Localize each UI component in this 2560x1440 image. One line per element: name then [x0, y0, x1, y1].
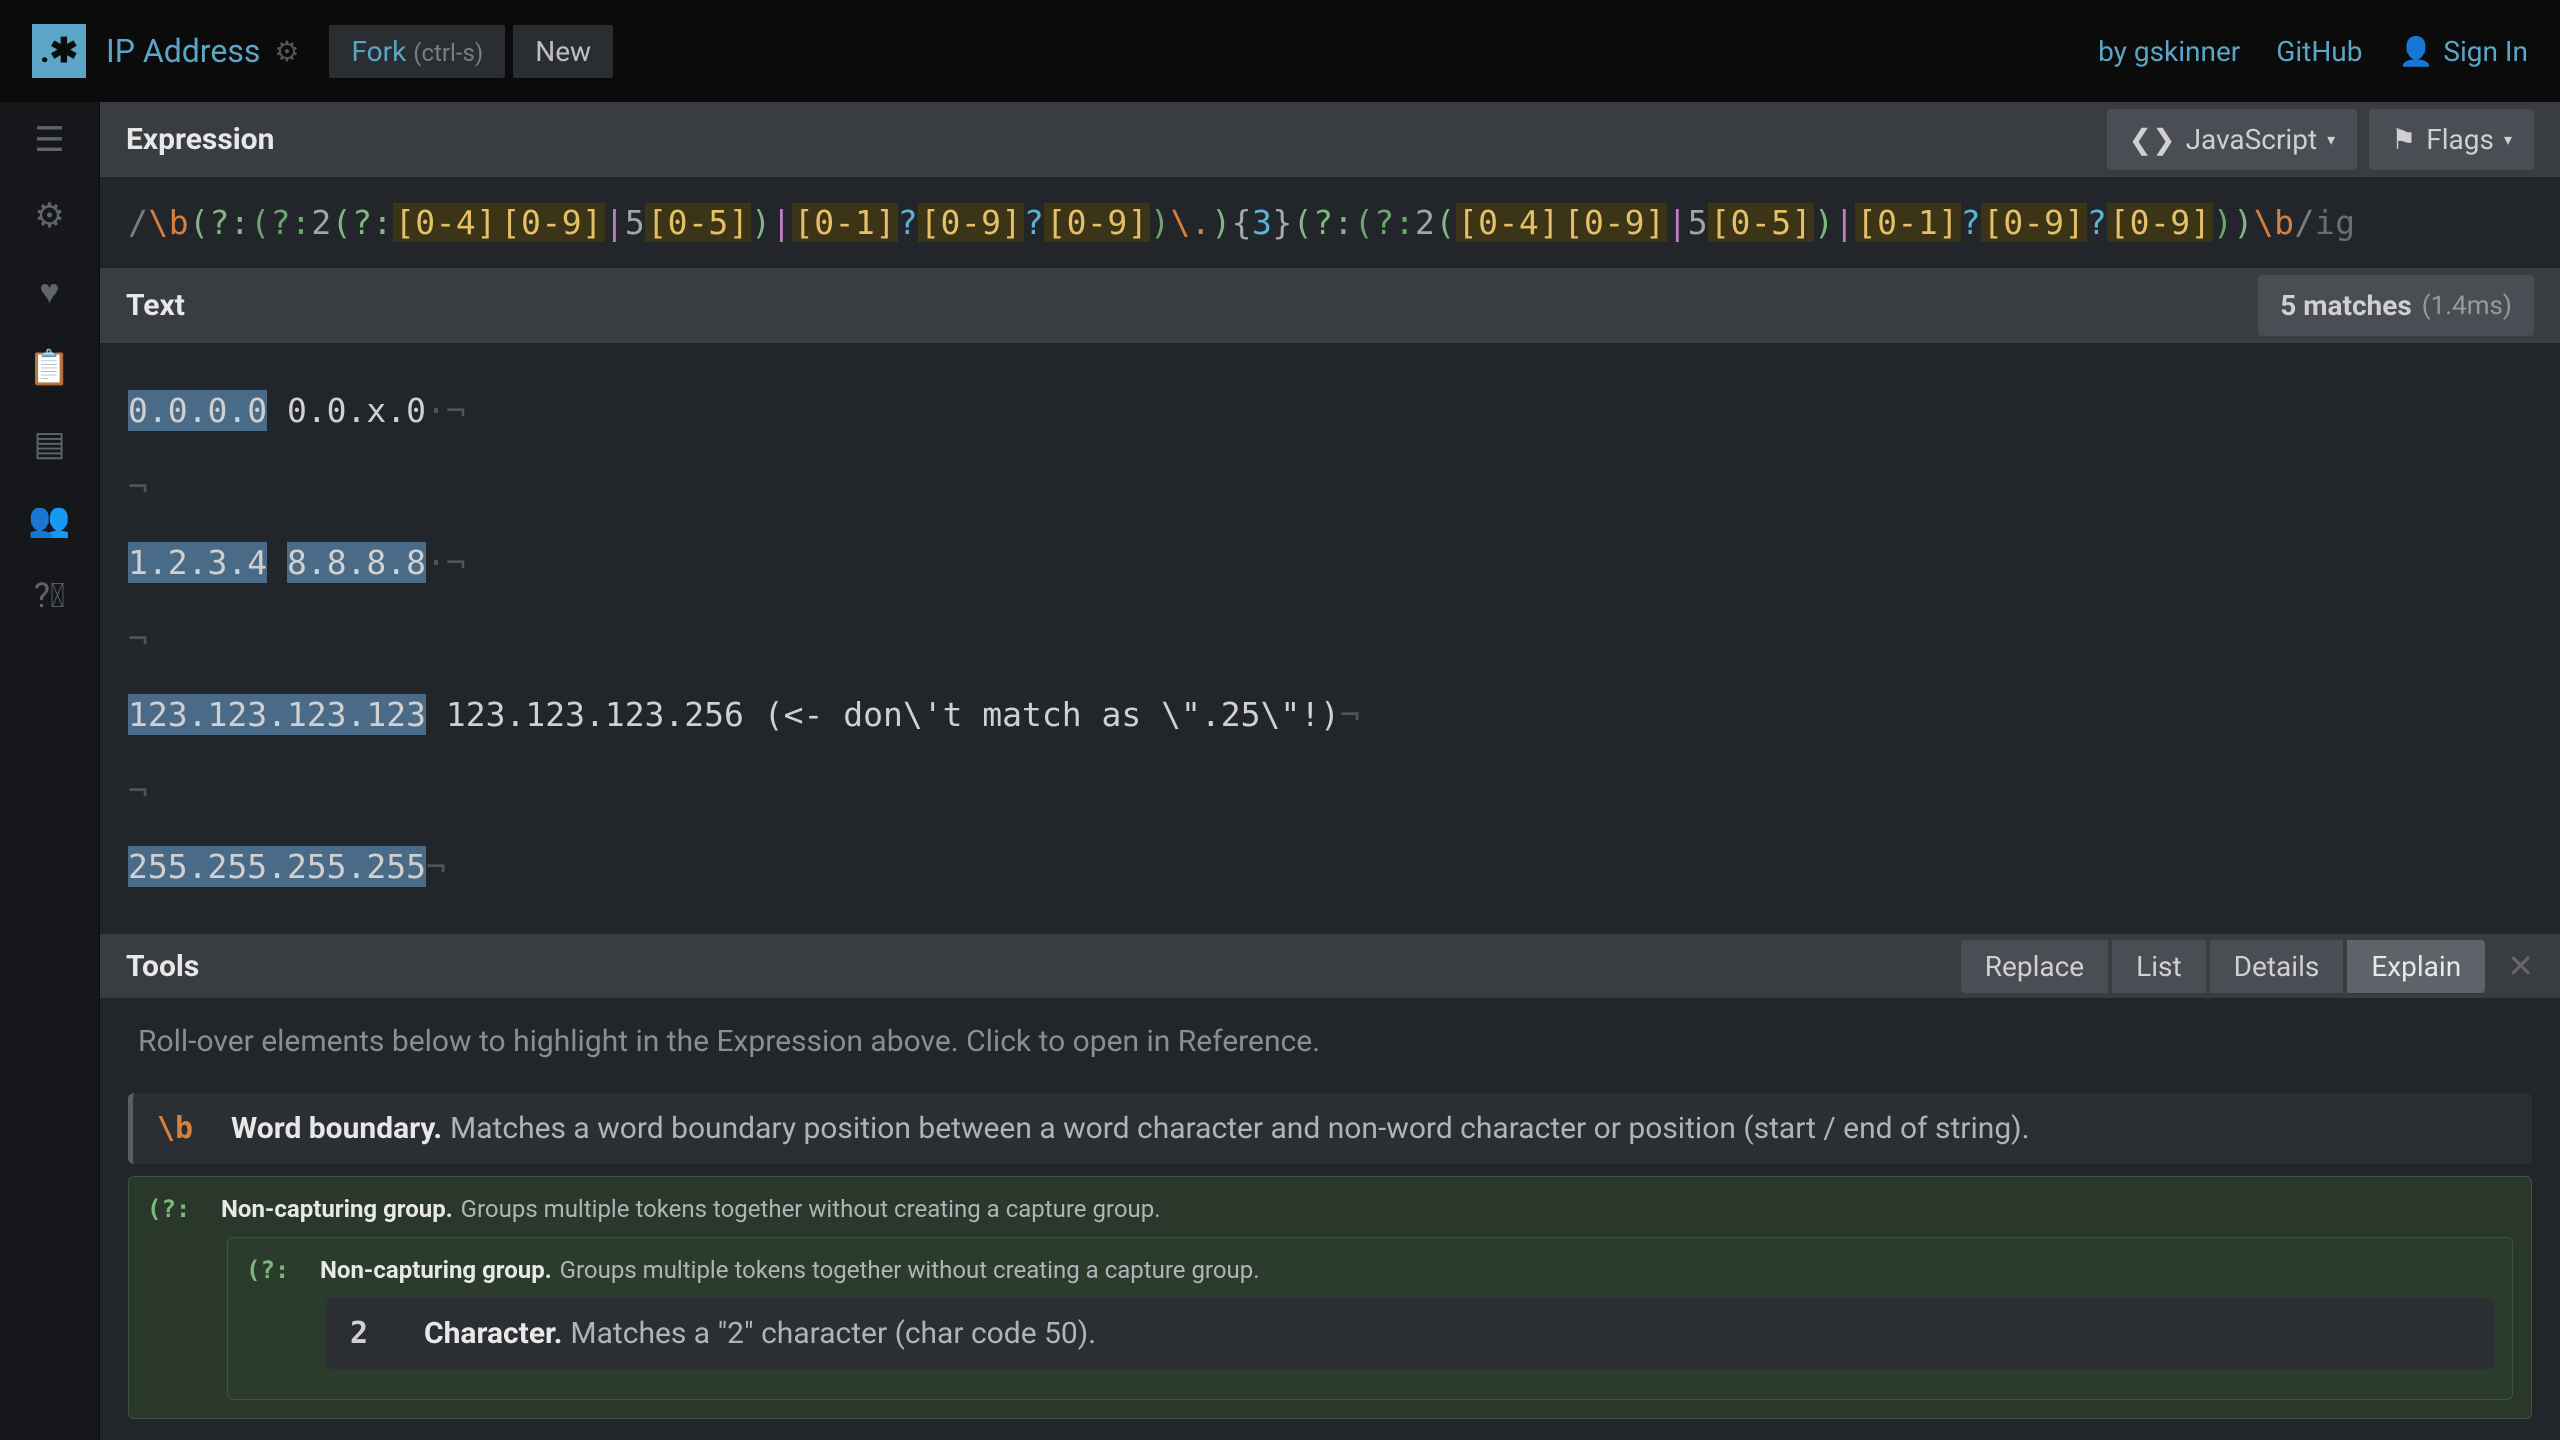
explain-hint: Roll-over elements below to highlight in…	[128, 1024, 2532, 1059]
fork-button[interactable]: Fork (ctrl-s)	[329, 25, 505, 78]
author-credit: by gskinner	[2098, 35, 2240, 68]
explain-row[interactable]: 2 Character.Matches a "2" character (cha…	[326, 1298, 2494, 1369]
github-link[interactable]: GitHub	[2276, 35, 2362, 68]
tab-replace[interactable]: Replace	[1961, 940, 2108, 993]
fork-label: Fork	[351, 35, 406, 68]
code-icon: ❮❯	[2129, 123, 2176, 156]
user-icon: 👤	[2398, 35, 2433, 68]
fork-hint: (ctrl-s)	[413, 39, 483, 67]
chevron-down-icon: ▾	[2327, 130, 2335, 149]
heart-icon[interactable]: ♥	[30, 272, 70, 312]
tools-title: Tools	[126, 949, 199, 984]
explain-row[interactable]: \b Word boundary.Matches a word boundary…	[128, 1093, 2532, 1164]
text-header: Text 5 matches (1.4ms)	[100, 268, 2560, 343]
text-title: Text	[126, 288, 185, 323]
help-icon[interactable]: ?⃝	[30, 576, 70, 616]
community-icon[interactable]: 👥	[30, 500, 70, 540]
chevron-down-icon: ▾	[2504, 130, 2512, 149]
flags-select[interactable]: ⚑ Flags ▾	[2369, 109, 2534, 170]
clipboard-icon[interactable]: 📋	[30, 348, 70, 388]
tab-explain[interactable]: Explain	[2347, 940, 2485, 993]
expression-title: Expression	[126, 122, 274, 157]
menu-icon[interactable]: ☰	[30, 120, 70, 160]
engine-select[interactable]: ❮❯ JavaScript ▾	[2107, 109, 2357, 170]
signin-link[interactable]: 👤 Sign In	[2398, 35, 2528, 68]
flag-icon: ⚑	[2391, 123, 2416, 156]
gear-icon[interactable]: ⚙	[30, 196, 70, 236]
new-button[interactable]: New	[513, 25, 613, 78]
tab-list[interactable]: List	[2112, 940, 2206, 993]
gear-icon[interactable]: ⚙	[274, 35, 299, 68]
explain-group[interactable]: (?: Non-capturing group.Groups multiple …	[227, 1237, 2513, 1400]
text-input[interactable]: 0.0.0.0 0.0.x.0·¬¬1.2.3.4 8.8.8.8·¬¬123.…	[100, 343, 2560, 934]
pattern-title: IP Address	[106, 32, 260, 70]
sidebar: ☰ ⚙ ♥ 📋 ▤ 👥 ?⃝	[0, 102, 100, 1440]
tab-details[interactable]: Details	[2210, 940, 2344, 993]
expression-input[interactable]: /\b(?:(?:2(?:[0-4][0-9]|5[0-5])|[0-1]?[0…	[100, 177, 2560, 268]
tools-header: Tools ReplaceListDetailsExplain ✕	[100, 934, 2560, 997]
explain-pane: Roll-over elements below to highlight in…	[100, 998, 2560, 1440]
reference-icon[interactable]: ▤	[30, 424, 70, 464]
explain-group[interactable]: (?: Non-capturing group.Groups multiple …	[128, 1176, 2532, 1419]
expression-header: Expression ❮❯ JavaScript ▾ ⚑ Flags ▾	[100, 102, 2560, 177]
logo[interactable]: .✱	[32, 24, 86, 78]
match-count-badge: 5 matches (1.4ms)	[2258, 275, 2534, 336]
close-icon[interactable]: ✕	[2507, 947, 2534, 985]
author-link[interactable]: gskinner	[2134, 35, 2240, 68]
